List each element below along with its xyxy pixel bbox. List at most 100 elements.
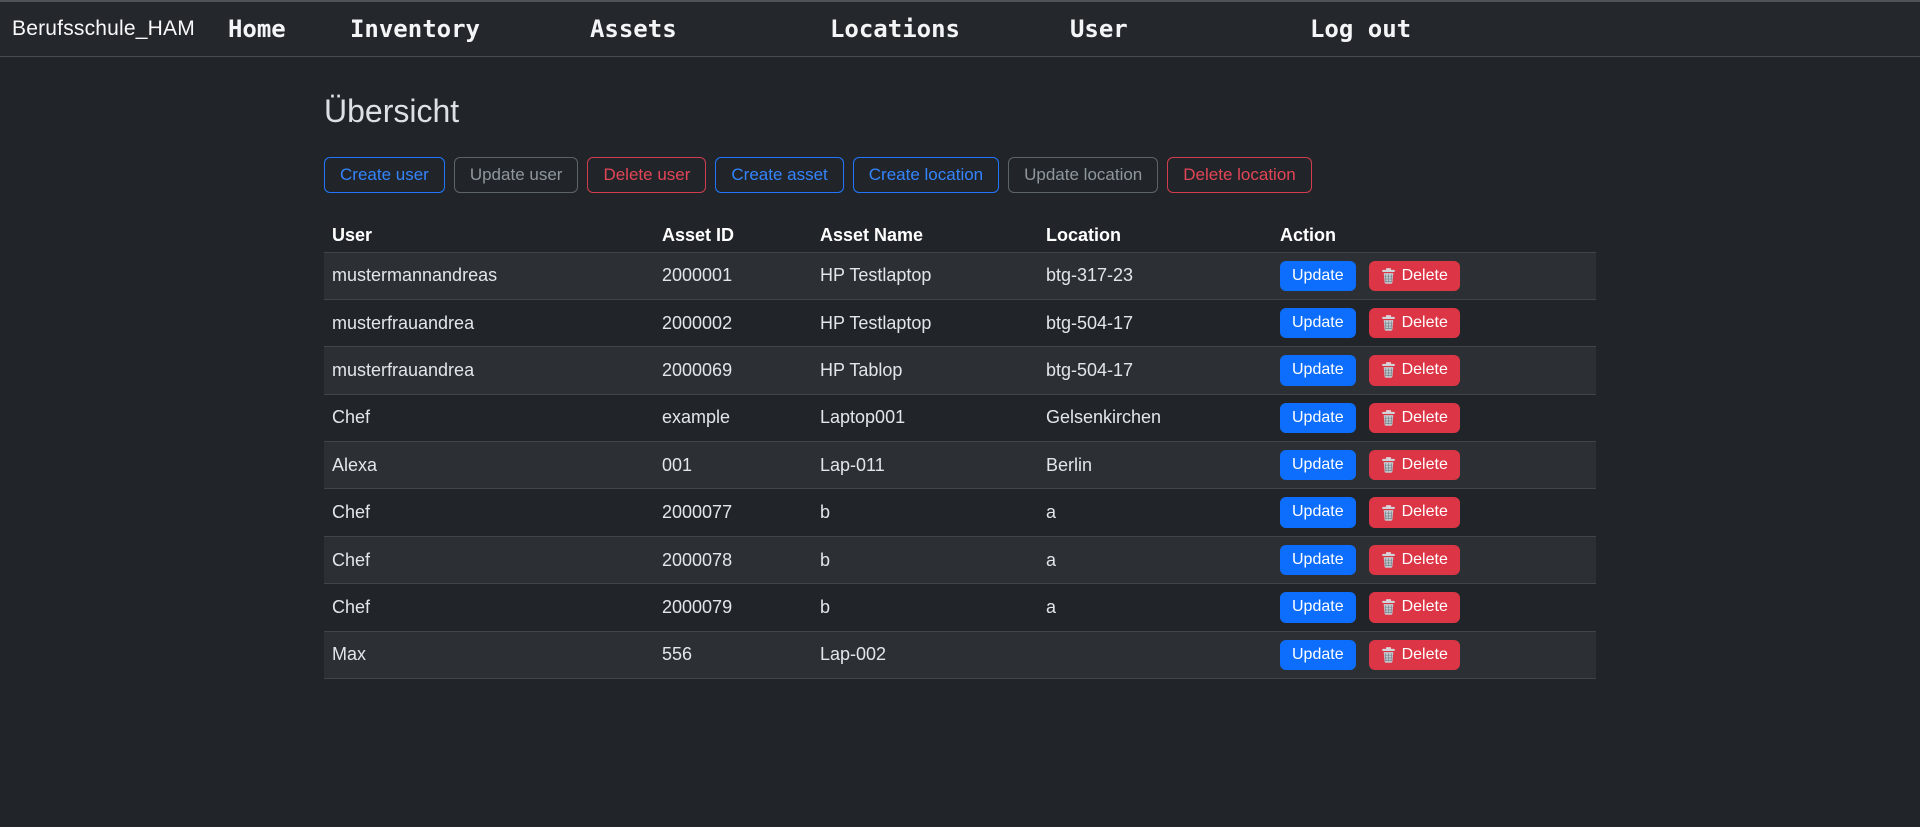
trash-icon <box>1381 268 1396 284</box>
cell-location <box>1038 631 1272 678</box>
navbar-brand[interactable]: Berufsschule_HAM <box>12 17 195 41</box>
cell-user: musterfrauandrea <box>324 299 654 346</box>
delete-user-button[interactable]: Delete user <box>587 157 706 193</box>
asset-table: UserAsset IDAsset NameLocationAction mus… <box>324 219 1596 680</box>
cell-asset-id: example <box>654 394 812 441</box>
update-button[interactable]: Update <box>1280 308 1356 338</box>
trash-icon <box>1381 647 1396 663</box>
delete-button[interactable]: Delete <box>1369 497 1460 527</box>
delete-button-label: Delete <box>1402 359 1448 381</box>
delete-button-label: Delete <box>1402 549 1448 571</box>
update-button[interactable]: Update <box>1280 261 1356 291</box>
cell-action: Update Delete <box>1272 536 1596 583</box>
cell-user: Max <box>324 631 654 678</box>
create-asset-button[interactable]: Create asset <box>715 157 843 193</box>
delete-button[interactable]: Delete <box>1369 403 1460 433</box>
delete-button-label: Delete <box>1402 596 1448 618</box>
cell-user: Chef <box>324 536 654 583</box>
delete-button-label: Delete <box>1402 454 1448 476</box>
cell-user: mustermannandreas <box>324 252 654 299</box>
cell-location: a <box>1038 536 1272 583</box>
column-header-asset-name: Asset Name <box>812 219 1038 253</box>
delete-button[interactable]: Delete <box>1369 261 1460 291</box>
cell-action: Update Delete <box>1272 347 1596 394</box>
delete-button[interactable]: Delete <box>1369 545 1460 575</box>
page-title: Übersicht <box>324 93 1596 130</box>
delete-button-label: Delete <box>1402 312 1448 334</box>
update-location-button[interactable]: Update location <box>1008 157 1158 193</box>
cell-location: Berlin <box>1038 442 1272 489</box>
cell-user: Chef <box>324 584 654 631</box>
trash-icon <box>1381 457 1396 473</box>
cell-location: a <box>1038 489 1272 536</box>
cell-user: Chef <box>324 394 654 441</box>
cell-asset-id: 556 <box>654 631 812 678</box>
delete-button[interactable]: Delete <box>1369 640 1460 670</box>
nav-item-inventory[interactable]: Inventory <box>350 15 590 43</box>
navbar: Berufsschule_HAM HomeInventoryAssetsLoca… <box>0 0 1920 57</box>
cell-asset-id: 2000078 <box>654 536 812 583</box>
cell-asset-name: b <box>812 489 1038 536</box>
create-location-button[interactable]: Create location <box>853 157 999 193</box>
table-row: ChefexampleLaptop001Gelsenkirchen Update D… <box>324 394 1596 441</box>
table-row: Chef2000079baUpdateDelete <box>324 584 1596 631</box>
cell-location: btg-504-17 <box>1038 347 1272 394</box>
delete-button-label: Delete <box>1402 501 1448 523</box>
cell-asset-id: 2000077 <box>654 489 812 536</box>
table-row: Alexa001Lap-011BerlinUpdateDelete <box>324 442 1596 489</box>
cell-user: Chef <box>324 489 654 536</box>
cell-action: Update Delete <box>1272 631 1596 678</box>
trash-icon <box>1381 552 1396 568</box>
table-row: musterfrauandrea2000002HP Testlaptopbtg-… <box>324 299 1596 346</box>
trash-icon <box>1381 599 1396 615</box>
table-row: musterfrauandrea2000069HP Tablopbtg-504-… <box>324 347 1596 394</box>
header-row: UserAsset IDAsset NameLocationAction <box>324 219 1596 253</box>
delete-button[interactable]: Delete <box>1369 355 1460 385</box>
nav-item-home[interactable]: Home <box>228 15 350 43</box>
update-button[interactable]: Update <box>1280 450 1356 480</box>
cell-asset-name: b <box>812 584 1038 631</box>
nav-item-locations[interactable]: Locations <box>830 15 1070 43</box>
update-button[interactable]: Update <box>1280 355 1356 385</box>
delete-button-label: Delete <box>1402 407 1448 429</box>
delete-button[interactable]: Delete <box>1369 592 1460 622</box>
cell-action: Update Delete <box>1272 584 1596 631</box>
nav-item-log-out[interactable]: Log out <box>1310 15 1550 43</box>
update-button[interactable]: Update <box>1280 403 1356 433</box>
update-user-button[interactable]: Update user <box>454 157 579 193</box>
cell-asset-name: b <box>812 536 1038 583</box>
trash-icon <box>1381 410 1396 426</box>
update-button[interactable]: Update <box>1280 545 1356 575</box>
update-button[interactable]: Update <box>1280 640 1356 670</box>
table-row: Chef2000077ba Update Delete <box>324 489 1596 536</box>
nav-item-assets[interactable]: Assets <box>590 15 830 43</box>
delete-location-button[interactable]: Delete location <box>1167 157 1311 193</box>
cell-location: Gelsenkirchen <box>1038 394 1272 441</box>
column-header-user: User <box>324 219 654 253</box>
cell-action: Update Delete <box>1272 299 1596 346</box>
cell-location: btg-504-17 <box>1038 299 1272 346</box>
cell-asset-id: 2000079 <box>654 584 812 631</box>
update-button[interactable]: Update <box>1280 497 1356 527</box>
cell-asset-id: 2000002 <box>654 299 812 346</box>
cell-asset-name: Laptop001 <box>812 394 1038 441</box>
cell-user: musterfrauandrea <box>324 347 654 394</box>
column-header-action: Action <box>1272 219 1596 253</box>
nav-item-user[interactable]: User <box>1070 15 1310 43</box>
cell-action: Update Delete <box>1272 489 1596 536</box>
cell-asset-name: HP Testlaptop <box>812 299 1038 346</box>
delete-button[interactable]: Delete <box>1369 308 1460 338</box>
create-user-button[interactable]: Create user <box>324 157 445 193</box>
delete-button[interactable]: Delete <box>1369 450 1460 480</box>
cell-location: btg-317-23 <box>1038 252 1272 299</box>
cell-asset-name: Lap-011 <box>812 442 1038 489</box>
cell-asset-name: Lap-002 <box>812 631 1038 678</box>
update-button[interactable]: Update <box>1280 592 1356 622</box>
cell-asset-id: 2000001 <box>654 252 812 299</box>
main-content: Übersicht Create userUpdate userDelete u… <box>324 93 1596 679</box>
toolbar: Create userUpdate userDelete userCreate … <box>324 157 1596 193</box>
cell-asset-name: HP Tablop <box>812 347 1038 394</box>
trash-icon <box>1381 505 1396 521</box>
trash-icon <box>1381 362 1396 378</box>
table-body: mustermannandreas2000001HP Testlaptopbtg… <box>324 252 1596 679</box>
